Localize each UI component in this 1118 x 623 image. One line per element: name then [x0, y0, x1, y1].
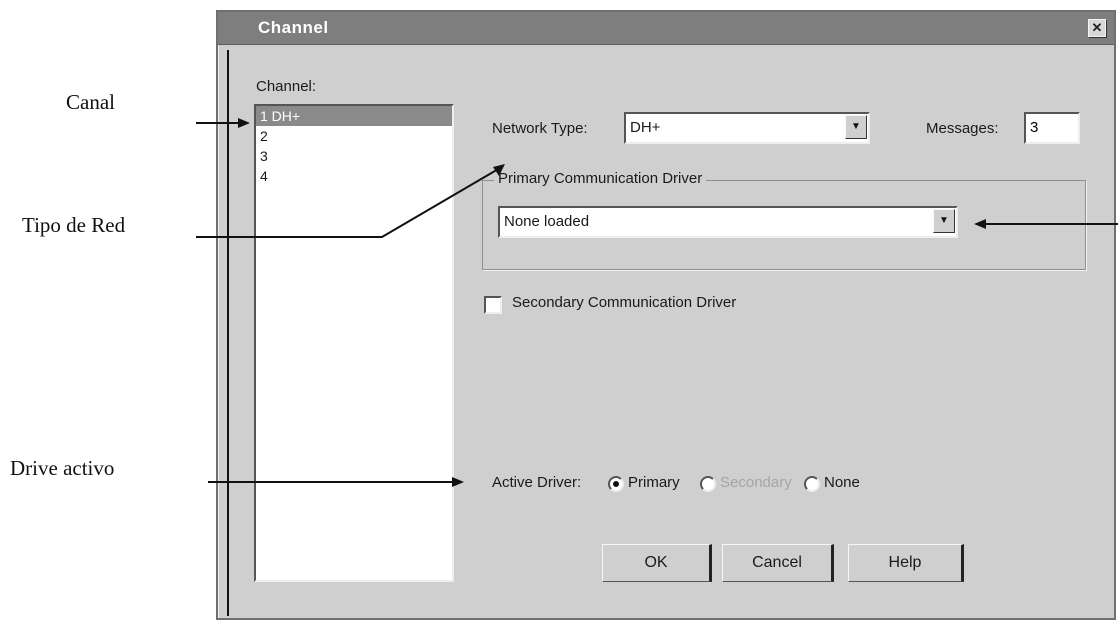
chevron-down-icon[interactable]: ▼ [845, 115, 867, 139]
messages-field[interactable]: 3 [1024, 112, 1080, 144]
channel-dialog: Channel ✕ Channel: 1 DH+ 2 3 4 Network T… [216, 10, 1116, 620]
primary-driver-select[interactable]: None loaded ▼ [498, 206, 958, 238]
chevron-down-icon[interactable]: ▼ [933, 209, 955, 233]
annotation-tipo-de-red: Tipo de Red [22, 213, 126, 237]
primary-driver-group-label: Primary Communication Driver [494, 170, 707, 187]
secondary-driver-label: Secondary Communication Driver [512, 294, 737, 311]
radio-primary-label: Primary [628, 474, 680, 491]
channel-list[interactable]: 1 DH+ 2 3 4 [254, 104, 454, 582]
network-type-label: Network Type: [492, 120, 588, 137]
channel-list-item[interactable]: 4 [256, 166, 452, 186]
messages-value: 3 [1030, 119, 1039, 136]
radio-secondary[interactable] [700, 476, 716, 492]
channel-list-item[interactable]: 2 [256, 126, 452, 146]
radio-none-label: None [824, 474, 860, 491]
channel-list-item[interactable]: 1 DH+ [256, 106, 452, 126]
title-bar: Channel ✕ [218, 12, 1114, 45]
active-driver-label: Active Driver: [492, 474, 582, 491]
channel-label: Channel: [256, 78, 317, 95]
close-icon[interactable]: ✕ [1088, 19, 1106, 37]
annotation-canal: Canal [66, 90, 115, 114]
help-button[interactable]: Help [848, 544, 964, 582]
radio-none[interactable] [804, 476, 820, 492]
secondary-driver-checkbox[interactable] [484, 296, 502, 314]
network-type-select[interactable]: DH+ ▼ [624, 112, 870, 144]
messages-label: Messages: [926, 120, 999, 137]
radio-secondary-label: Secondary [720, 474, 792, 491]
channel-list-item[interactable]: 3 [256, 146, 452, 166]
radio-primary[interactable] [608, 476, 624, 492]
primary-driver-value: None loaded [504, 213, 590, 230]
ok-button[interactable]: OK [602, 544, 712, 582]
dialog-title: Channel [258, 18, 329, 37]
cancel-button[interactable]: Cancel [722, 544, 834, 582]
network-type-value: DH+ [630, 119, 661, 136]
annotation-drive-activo: Drive activo [10, 456, 115, 480]
